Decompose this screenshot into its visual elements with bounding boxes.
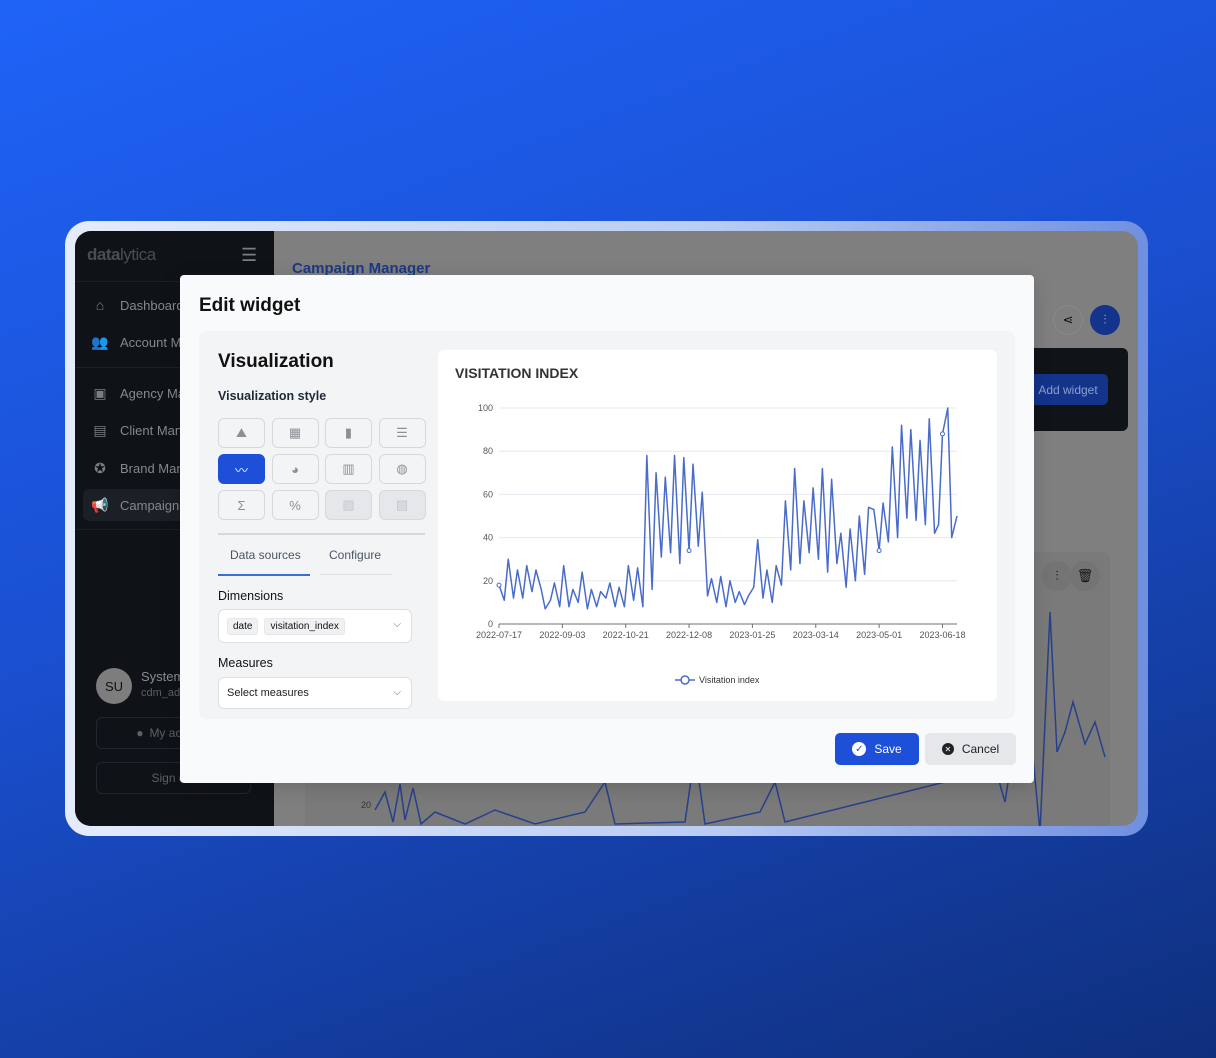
avatar[interactable]: SU: [96, 668, 132, 704]
viz-style-button[interactable]: ▦: [271, 418, 319, 448]
viz-style-button[interactable]: 〰: [218, 454, 265, 484]
save-label: Save: [874, 742, 902, 756]
x-tick-label: 2022-10-21: [603, 630, 649, 640]
filter-settings-icon[interactable]: ⫶: [1090, 305, 1120, 335]
y-tick-label: 40: [483, 533, 493, 543]
data-point: [939, 431, 945, 437]
modal-body: Visualization Visualization style ⛰ ▦ ▮ ☰ 〰 ◕…: [199, 331, 1015, 719]
viz-style-button[interactable]: ◍: [378, 454, 426, 484]
pie-chart-icon: ◕: [291, 461, 299, 477]
logo: datalytica: [87, 245, 156, 265]
award-icon: ✪: [94, 459, 106, 476]
menu-icon[interactable]: ☰: [241, 245, 257, 266]
sigma-icon: Σ: [237, 497, 246, 513]
horizontal-bar-icon: ☰: [396, 425, 408, 440]
table-icon: ▦: [288, 425, 302, 440]
tab-configure[interactable]: Configure: [329, 548, 381, 562]
cancel-label: Cancel: [961, 742, 1000, 756]
x-tick-label: 2023-03-14: [793, 630, 839, 640]
area-chart-icon: ⛰: [236, 425, 247, 440]
tab-data-sources[interactable]: Data sources: [230, 548, 301, 562]
home-icon: ⌂: [95, 297, 105, 313]
x-tick-label: 2022-12-08: [666, 630, 712, 640]
legend-marker: [680, 675, 690, 685]
dimension-chip[interactable]: date: [227, 617, 259, 635]
measures-placeholder: Select measures: [227, 687, 309, 699]
x-tick-label: 2022-07-17: [476, 630, 522, 640]
y-tick-label: 20: [483, 576, 493, 586]
presentation-icon: ▣: [93, 384, 107, 401]
viz-style-button[interactable]: ▨: [325, 490, 372, 520]
dimensions-label: Dimensions: [218, 589, 284, 603]
cancel-button[interactable]: ✕ Cancel: [925, 733, 1016, 765]
users-icon: 👥: [91, 333, 109, 350]
logo-text-bold: data: [87, 245, 120, 264]
data-point: [686, 548, 692, 554]
visualization-style-label: Visualization style: [218, 389, 327, 403]
line-chart-icon: 〰: [234, 462, 248, 478]
divider: [218, 533, 425, 535]
series-line-visitation-index: [498, 407, 958, 610]
viz-style-button[interactable]: ▥: [325, 454, 372, 484]
briefcase-icon: ▤: [93, 421, 107, 438]
viz-style-button[interactable]: ▨: [378, 490, 426, 520]
edit-widget-modal: Edit widget Visualization Visualization …: [180, 275, 1034, 783]
x-tick-label: 2023-01-25: [729, 630, 775, 640]
x-tick-label: 2023-05-01: [856, 630, 902, 640]
percent-icon: %: [289, 497, 301, 513]
pivot-table-icon: ▥: [342, 461, 355, 476]
legend-label: Visitation index: [699, 675, 760, 685]
x-circle-icon: ✕: [941, 743, 954, 755]
tab-underline: [320, 574, 392, 575]
viz-style-button[interactable]: ⛰: [218, 418, 265, 448]
y-tick-label: 100: [478, 403, 493, 413]
chevron-down-icon: ⌵: [393, 619, 401, 630]
viz-style-button[interactable]: ☰: [378, 418, 426, 448]
image-icon: ▨: [395, 497, 409, 512]
y-tick-label: 0: [488, 619, 493, 629]
x-tick-label: 2023-06-18: [919, 630, 965, 640]
viz-style-button[interactable]: ▮: [325, 418, 372, 448]
check-circle-icon: ✓: [852, 742, 867, 756]
y-tick-label: 80: [483, 446, 493, 456]
data-point: [876, 548, 882, 554]
sidebar-item-label: Dashboard: [120, 297, 184, 313]
visualization-heading: Visualization: [218, 351, 334, 372]
line-chart: 0 20 40 60 80 100 2022-07-17 2022-09-03 2022-10-…: [476, 403, 966, 685]
chart-preview-card: VISITATION INDEX 0 20 40 60 80 100 2022-07-17 2…: [438, 350, 997, 701]
save-button[interactable]: ✓ Save: [835, 733, 919, 765]
modal-title: Edit widget: [199, 295, 301, 316]
data-point: [496, 582, 502, 588]
y-tick-label: 60: [483, 489, 493, 499]
bar-chart-icon: ▮: [344, 425, 353, 440]
dimension-chip[interactable]: visitation_index: [264, 617, 345, 635]
globe-icon: ◍: [396, 461, 408, 476]
chevron-down-icon: ⌵: [393, 687, 401, 698]
logo-text-light: lytica: [119, 245, 156, 264]
measures-label: Measures: [218, 656, 273, 670]
viz-style-button[interactable]: %: [271, 490, 319, 520]
megaphone-icon: 📢: [91, 496, 109, 513]
measures-select[interactable]: Select measures ⌵: [218, 677, 412, 709]
dimensions-select[interactable]: date visitation_index ⌵: [218, 609, 412, 643]
add-widget-button[interactable]: Add widget: [1028, 374, 1108, 405]
viz-style-button[interactable]: ◕: [271, 454, 319, 484]
user-circle-icon: ●: [136, 726, 144, 740]
viz-style-button[interactable]: Σ: [218, 490, 265, 520]
image-icon: ▨: [342, 497, 355, 512]
share-icon[interactable]: ⋖: [1053, 305, 1083, 335]
active-tab-indicator: [218, 574, 310, 576]
x-tick-label: 2022-09-03: [539, 630, 585, 640]
